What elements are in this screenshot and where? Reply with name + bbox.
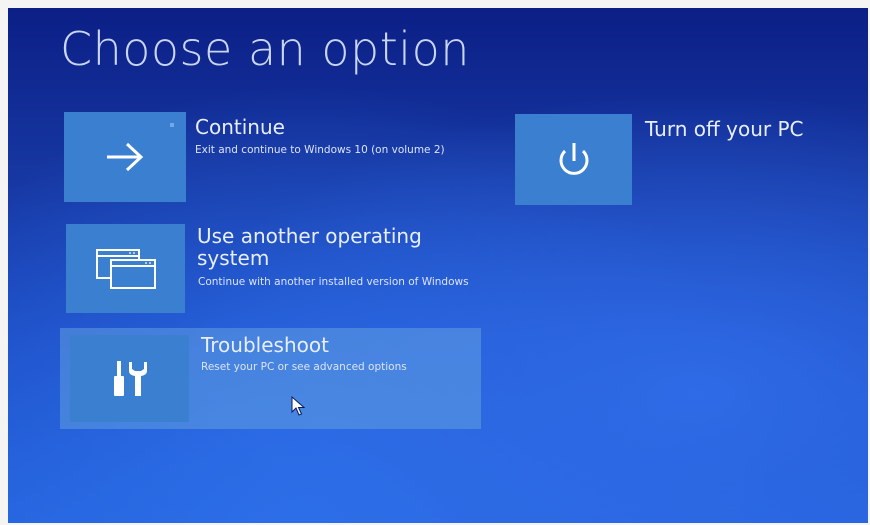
continue-description: Exit and continue to Windows 10 (on volu… [195, 144, 445, 156]
other-os-option[interactable]: Use another operating system Continue wi… [66, 224, 486, 324]
tools-icon [113, 360, 147, 396]
other-os-tile[interactable] [66, 224, 185, 313]
continue-option[interactable]: Continue Exit and continue to Windows 10… [64, 112, 464, 212]
other-os-description: Continue with another installed version … [198, 276, 469, 288]
continue-label: Continue [195, 115, 285, 139]
arrow-right-icon [107, 142, 144, 172]
screen-glare-dot [170, 123, 174, 127]
power-icon [559, 142, 588, 175]
recovery-screen: Choose an option Continue Exit and conti… [8, 8, 868, 523]
troubleshoot-label: Troubleshoot [201, 333, 329, 357]
other-os-label: Use another operating system [197, 224, 422, 270]
windows-stack-icon [95, 248, 156, 289]
continue-tile[interactable] [64, 112, 186, 202]
troubleshoot-option[interactable]: Troubleshoot Reset your PC or see advanc… [60, 328, 481, 429]
page-title: Choose an option [60, 22, 470, 76]
troubleshoot-description: Reset your PC or see advanced options [201, 361, 407, 373]
troubleshoot-tile[interactable] [70, 335, 189, 422]
turn-off-label: Turn off your PC [645, 117, 804, 141]
mouse-cursor-icon [291, 396, 306, 416]
turn-off-option[interactable]: Turn off your PC [515, 114, 845, 214]
turn-off-tile[interactable] [515, 114, 632, 205]
